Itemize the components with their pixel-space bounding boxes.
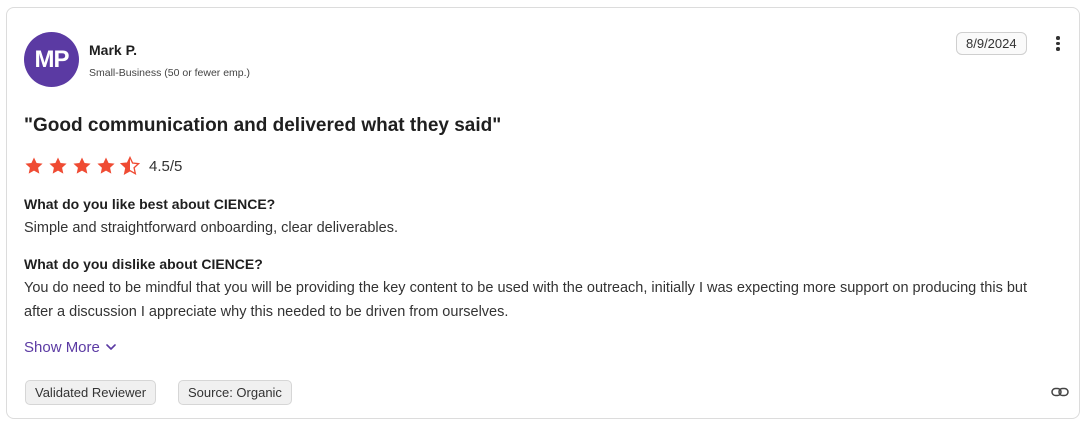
star-rating: 4.5/5 [24, 156, 182, 176]
more-options-icon[interactable] [1051, 34, 1065, 54]
answer-like: Simple and straightforward onboarding, c… [24, 220, 398, 236]
review-card: MP Mark P. Small-Business (50 or fewer e… [6, 7, 1080, 419]
star-icon [73, 157, 91, 174]
question-like: What do you like best about CIENCE? [24, 196, 276, 212]
star-icon [97, 157, 115, 174]
answer-dislike: You do need to be mindful that you will … [24, 280, 1027, 320]
reviewer-name[interactable]: Mark P. [89, 42, 137, 58]
tag-source: Source: Organic [178, 380, 292, 405]
rating-text: 4.5/5 [149, 157, 183, 175]
reviewer-segment: Small-Business (50 or fewer emp.) [89, 67, 251, 79]
show-more-label: Show More [24, 339, 100, 356]
show-more-button[interactable]: Show More [24, 339, 116, 356]
star-icon [25, 157, 43, 174]
review-title: "Good communication and delivered what t… [24, 115, 502, 136]
avatar: MP [24, 32, 79, 87]
review-date: 8/9/2024 [956, 32, 1027, 55]
tag-validated-reviewer: Validated Reviewer [25, 380, 157, 405]
star-icon [49, 157, 67, 174]
chevron-down-icon [106, 344, 116, 350]
half-star-icon [120, 156, 140, 175]
link-icon[interactable] [1051, 385, 1069, 399]
question-dislike: What do you dislike about CIENCE? [24, 256, 263, 272]
